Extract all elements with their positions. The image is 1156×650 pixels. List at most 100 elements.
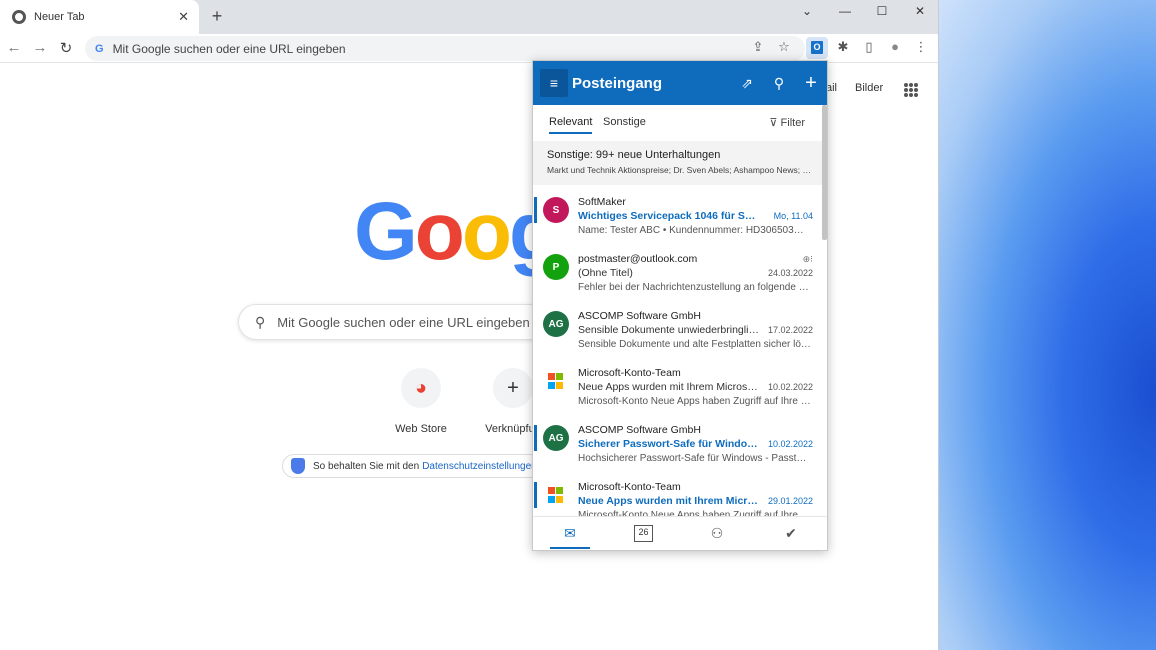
message-subject: Sensible Dokumente unwiederbringlich lös… <box>578 324 760 336</box>
logo-letter: o <box>461 186 512 277</box>
desktop-wallpaper <box>939 0 1156 650</box>
message-item[interactable]: AG ASCOMP Software GmbH Sensible Dokumente… <box>533 299 821 356</box>
profile-icon[interactable]: ● <box>885 39 905 54</box>
extensions-icon[interactable]: ✱ <box>833 39 853 55</box>
maximize-button[interactable]: ☐ <box>867 4 897 18</box>
message-subject: Sicherer Passwort-Safe für Windows <box>578 438 760 450</box>
search-icon[interactable]: ⚲ <box>763 75 795 92</box>
unread-indicator <box>534 425 537 451</box>
message-date: 24.03.2022 <box>767 268 813 278</box>
avatar: P <box>543 254 569 280</box>
popout-icon[interactable]: ⇗ <box>731 75 763 92</box>
google-icon: G <box>95 42 104 55</box>
tab-title: Neuer Tab <box>34 11 85 23</box>
other-banner-title: Sonstige: 99+ neue Unterhaltungen <box>547 149 721 161</box>
new-tab-button[interactable]: + <box>207 6 227 27</box>
tab-new-tab[interactable]: Neuer Tab ✕ <box>0 0 199 34</box>
logo-letter: G <box>354 186 418 277</box>
add-shortcut-icon: + <box>493 368 533 408</box>
unread-indicator <box>534 197 537 223</box>
message-item[interactable]: AG ASCOMP Software GmbH Sicherer Passwort-… <box>533 413 821 470</box>
new-mail-icon[interactable]: + <box>795 72 827 95</box>
message-sender: Microsoft-Konto-Team <box>578 367 681 379</box>
message-sender: Microsoft-Konto-Team <box>578 481 681 493</box>
message-item[interactable]: Ppostmaster@outlook.com (Ohne Titel) 24.03… <box>533 242 821 299</box>
other-inbox-banner[interactable]: Sonstige: 99+ neue Unterhaltungen Markt … <box>533 141 827 185</box>
close-window-button[interactable]: ✕ <box>905 4 935 18</box>
message-item[interactable]: Microsoft-Konto-Team Neue Apps wurden mit… <box>533 470 821 517</box>
module-bar: ✉ 26 ⚇ ✔ <box>533 516 827 550</box>
tab-sonstige[interactable]: Sonstige <box>603 116 646 128</box>
unread-indicator <box>534 482 537 508</box>
message-subject: Neue Apps wurden mit Ihrem Microsoft-Kon… <box>578 381 760 393</box>
message-sender: ASCOMP Software GmbH <box>578 310 701 322</box>
google-logo: Goog <box>354 185 559 279</box>
message-date: 10.02.2022 <box>767 439 813 449</box>
popup-title: Posteingang <box>572 74 663 92</box>
microsoft-logo-icon <box>548 487 564 503</box>
outlook-extension-button[interactable]: O <box>806 37 828 59</box>
search-icon: ⚲ <box>255 313 266 330</box>
close-tab-icon[interactable]: ✕ <box>178 9 189 25</box>
privacy-settings-link[interactable]: Datenschutzeinstellungen <box>422 461 537 472</box>
address-bar-placeholder: Mit Google suchen oder eine URL eingeben <box>112 41 346 56</box>
side-panel-icon[interactable]: ▯ <box>859 39 879 55</box>
scrollbar[interactable] <box>822 105 827 240</box>
message-sender: ASCOMP Software GmbH <box>578 424 701 436</box>
bookmark-star-icon[interactable]: ☆ <box>774 39 794 55</box>
privacy-notice: So behalten Sie mit den Datenschutzeinst… <box>282 454 562 478</box>
message-item[interactable]: Microsoft-Konto-Team Neue Apps wurden mit… <box>533 356 821 413</box>
forward-button[interactable]: → <box>30 39 50 56</box>
message-item[interactable]: S SoftMaker Wichtiges Servicepack 1046 für… <box>533 185 821 242</box>
logo-letter: o <box>414 186 465 277</box>
popup-header: ≡ Posteingang ⇗ ⚲ + <box>533 61 827 105</box>
filter-button[interactable]: ⊽ Filter <box>769 116 805 129</box>
message-preview: Sensible Dokumente und alte Festplatten … <box>578 339 814 350</box>
filter-label: Filter <box>780 117 805 129</box>
message-preview: Fehler bei der Nachrichtenzustellung an … <box>578 282 814 293</box>
chrome-icon <box>12 10 26 24</box>
message-preview: Microsoft-Konto Neue Apps haben Zugriff … <box>578 396 814 407</box>
message-subject: (Ohne Titel) <box>578 267 633 279</box>
tab-search-icon[interactable]: ⌄ <box>792 4 822 18</box>
message-date: 17.02.2022 <box>767 325 813 335</box>
message-list: S SoftMaker Wichtiges Servicepack 1046 für… <box>533 185 821 517</box>
outlook-popup: ≡ Posteingang ⇗ ⚲ + Relevant Sonstige ⊽ … <box>532 60 828 551</box>
hamburger-menu-icon[interactable]: ≡ <box>540 69 568 97</box>
mail-icon[interactable]: ✉ <box>550 525 590 542</box>
search-placeholder: Mit Google suchen oder eine URL eingeben <box>277 314 530 330</box>
privacy-text: So behalten Sie mit den <box>313 460 420 472</box>
message-date: 29.01.2022 <box>767 496 813 506</box>
calendar-icon[interactable]: 26 <box>634 525 653 542</box>
avatar: S <box>543 197 569 223</box>
share-icon[interactable]: ⇪ <box>748 39 768 55</box>
people-icon[interactable]: ⚇ <box>697 525 737 542</box>
active-indicator <box>550 547 590 549</box>
menu-icon[interactable]: ⋮ <box>911 39 931 55</box>
message-preview: Hochsicherer Passwort-Safe für Windows -… <box>578 453 807 464</box>
message-preview: Name: Tester ABC • Kundennummer: HD30650… <box>578 225 804 236</box>
images-link[interactable]: Bilder <box>855 82 883 94</box>
shortcut-label: Web Store <box>395 423 447 435</box>
tab-relevant[interactable]: Relevant <box>549 116 593 134</box>
message-date: Mo, 11.04 <box>773 211 813 221</box>
minimize-button[interactable]: — <box>830 4 860 18</box>
todo-icon[interactable]: ✔ <box>771 525 811 542</box>
other-banner-senders: Markt und Technik Aktionspreise; Dr. Sve… <box>547 165 811 175</box>
shortcut-web-store[interactable]: ◕ Web Store <box>381 368 461 435</box>
message-sender: SoftMaker <box>578 196 626 208</box>
reload-button[interactable]: ↻ <box>56 39 76 57</box>
outlook-icon: O <box>811 41 823 54</box>
address-bar[interactable]: G Mit Google suchen oder eine URL eingeb… <box>85 36 805 61</box>
message-date: 10.02.2022 <box>767 382 813 392</box>
pivot-bar: Relevant Sonstige ⊽ Filter <box>533 105 827 141</box>
tab-strip: Neuer Tab ✕ + ⌄ — ☐ ✕ <box>0 0 938 34</box>
filter-icon: ⊽ <box>769 117 778 129</box>
message-sender: postmaster@outlook.com <box>578 253 698 265</box>
message-subject: Neue Apps wurden mit Ihrem Microsoft-Kon… <box>578 495 760 507</box>
google-apps-icon[interactable] <box>904 83 918 97</box>
avatar: AG <box>543 311 569 337</box>
back-button[interactable]: ← <box>4 39 24 56</box>
shield-icon <box>291 458 305 474</box>
browser-toolbar: ← → ↻ G Mit Google suchen oder eine URL … <box>0 34 938 63</box>
